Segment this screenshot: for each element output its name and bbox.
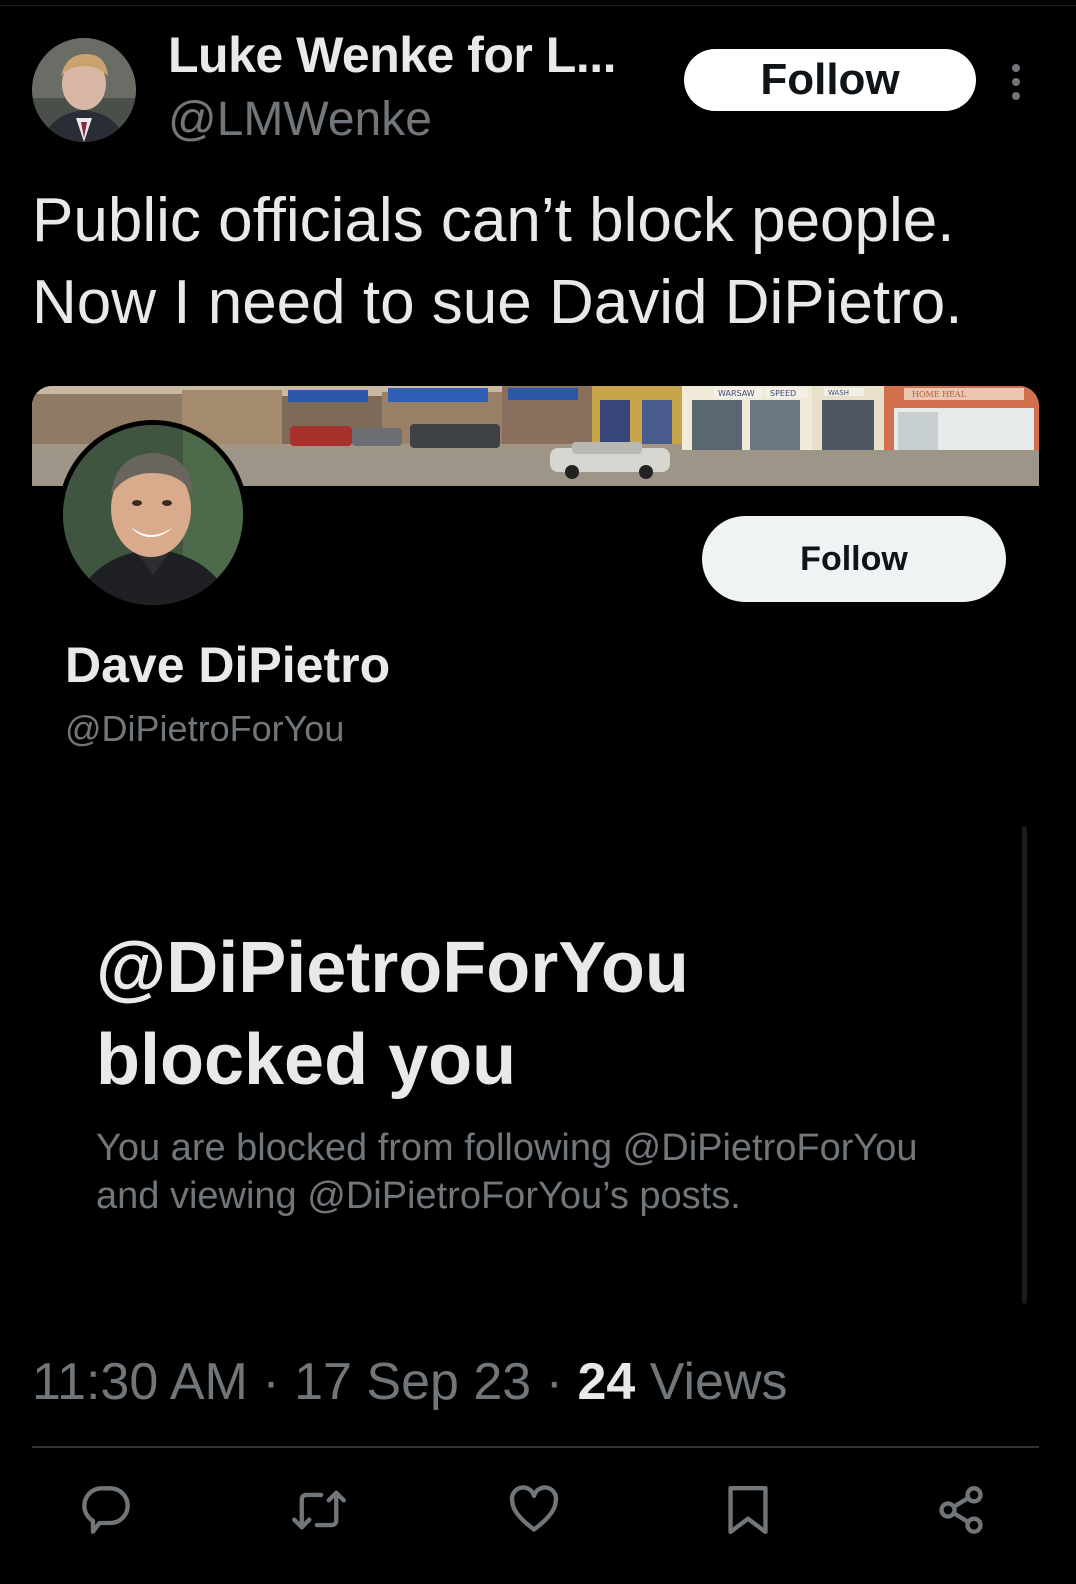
top-divider	[0, 5, 1076, 6]
profile-avatar[interactable]	[58, 420, 248, 610]
banner-sign-wash: WASH	[828, 389, 849, 397]
blocked-desc-line-1: You are blocked from following @DiPietro…	[96, 1127, 918, 1169]
blocked-title-line-2: blocked you	[96, 1020, 517, 1100]
more-options-icon[interactable]	[1006, 62, 1026, 102]
meta-separator: ·	[262, 1353, 280, 1411]
post-time[interactable]: 11:30 AM	[32, 1353, 248, 1411]
bookmark-icon[interactable]	[720, 1482, 776, 1538]
post-meta: 11:30 AM · 17 Sep 23 · 24 Views	[32, 1352, 788, 1412]
author-avatar-image	[32, 38, 136, 142]
profile-handle: @DiPietroForYou	[65, 708, 345, 749]
post-text: Public officials can’t block people. Now …	[32, 180, 1052, 344]
blocked-title: @DiPietroForYou blocked you	[96, 922, 956, 1106]
profile-avatar-image	[63, 425, 243, 605]
banner-sign-home-health: HOME HEAL	[912, 390, 967, 399]
follow-button[interactable]: Follow	[684, 49, 976, 111]
post-text-line-1: Public officials can’t block people.	[32, 186, 955, 255]
views-count[interactable]: 24	[577, 1353, 635, 1411]
post-date[interactable]: 17 Sep 23	[294, 1353, 531, 1411]
blocked-description: You are blocked from following @DiPietro…	[96, 1124, 996, 1220]
like-icon[interactable]	[506, 1482, 562, 1538]
embedded-follow-button[interactable]: Follow	[702, 516, 1006, 602]
post-text-line-2: Now I need to sue David DiPietro.	[32, 268, 963, 337]
repost-icon[interactable]	[291, 1482, 347, 1538]
profile-name: Dave DiPietro	[65, 637, 391, 693]
author-avatar[interactable]	[32, 38, 136, 142]
blocked-title-line-1: @DiPietroForYou	[96, 928, 689, 1008]
author-handle[interactable]: @LMWenke	[168, 92, 432, 147]
embedded-profile-screenshot[interactable]: WARSAW SPEED WASH HOME HEAL Follow Dave …	[32, 386, 1039, 1306]
blocked-desc-line-2: and viewing @DiPietroForYou’s posts.	[96, 1175, 741, 1217]
banner-sign-warsaw: WARSAW	[718, 389, 755, 398]
actions-divider	[32, 1446, 1039, 1448]
scrollbar	[1022, 826, 1027, 1304]
share-icon[interactable]	[933, 1482, 989, 1538]
views-label: Views	[649, 1353, 788, 1411]
meta-separator: ·	[545, 1353, 563, 1411]
reply-icon[interactable]	[78, 1482, 134, 1538]
author-name[interactable]: Luke Wenke for L...	[168, 26, 617, 84]
banner-sign-speed: SPEED	[770, 389, 796, 398]
